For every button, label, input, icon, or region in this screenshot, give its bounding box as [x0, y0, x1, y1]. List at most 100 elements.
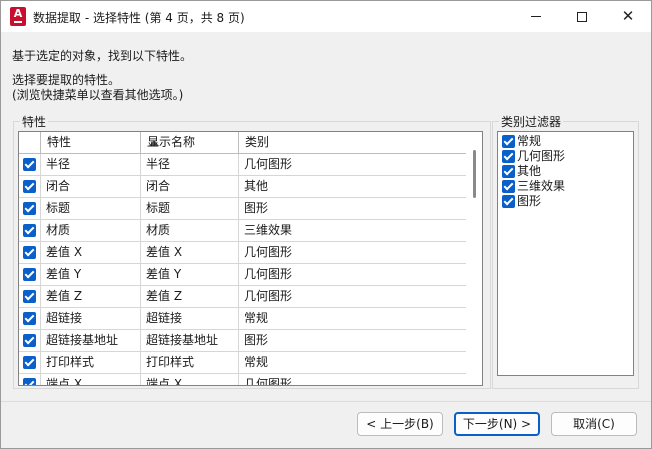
table-row[interactable]: 超链接 超链接 常规 [19, 308, 466, 330]
row-checkbox[interactable] [23, 224, 36, 237]
category-filter-item[interactable]: 三维效果 [498, 179, 633, 194]
grid-vertical-scrollbar[interactable] [466, 132, 482, 385]
cell-display-name[interactable]: 打印样式 [141, 352, 239, 373]
table-row[interactable]: 闭合 闭合 其他 [19, 176, 466, 198]
header-category[interactable]: 类别 [239, 132, 466, 154]
cell-category: 几何图形 [244, 377, 293, 386]
row-checkbox[interactable] [23, 378, 36, 385]
category-filter-label: 类别过滤器 [499, 113, 564, 130]
cell-display-name[interactable]: 闭合 [141, 176, 239, 197]
next-button[interactable]: 下一步(N) > [454, 412, 540, 436]
row-cell-checkbox [19, 330, 41, 351]
row-checkbox[interactable] [23, 312, 36, 325]
row-cell-checkbox [19, 374, 41, 385]
category-filter-item[interactable]: 常规 [498, 134, 633, 149]
close-button[interactable]: ✕ [605, 1, 651, 32]
header-checkbox-column[interactable] [19, 132, 41, 154]
maximize-icon [577, 11, 587, 22]
intro-found-text: 基于选定的对象，找到以下特性。 [12, 49, 193, 63]
category-label: 常规 [517, 134, 542, 148]
category-label: 其他 [517, 164, 542, 178]
cell-property: 超链接 [41, 308, 141, 329]
row-cell-checkbox [19, 154, 41, 175]
cell-category: 图形 [244, 201, 269, 215]
category-filter-item[interactable]: 几何图形 [498, 149, 633, 164]
category-label: 三维效果 [517, 179, 566, 193]
grid-header: 特性 显示名称 类别 [19, 132, 466, 154]
category-label: 图形 [517, 194, 542, 208]
cell-category: 几何图形 [244, 245, 293, 259]
category-filter-item[interactable]: 图形 [498, 194, 633, 209]
row-checkbox[interactable] [23, 180, 36, 193]
category-checkbox[interactable] [502, 180, 515, 193]
row-cell-checkbox [19, 264, 41, 285]
cell-category: 几何图形 [244, 267, 293, 281]
cell-property: 端点 X [41, 374, 141, 385]
table-row[interactable]: 差值 Y 差值 Y 几何图形 [19, 264, 466, 286]
cell-category: 图形 [244, 333, 269, 347]
table-row[interactable]: 差值 Z 差值 Z 几何图形 [19, 286, 466, 308]
minimize-button[interactable] [513, 1, 559, 32]
category-checkbox[interactable] [502, 165, 515, 178]
row-checkbox[interactable] [23, 334, 36, 347]
table-row[interactable]: 端点 X 端点 X 几何图形 [19, 374, 466, 386]
category-checkbox[interactable] [502, 135, 515, 148]
cell-display-name[interactable]: 差值 X [141, 242, 239, 263]
footer-divider [1, 401, 651, 402]
table-row[interactable]: 打印样式 打印样式 常规 [19, 352, 466, 374]
row-checkbox[interactable] [23, 158, 36, 171]
table-row[interactable]: 标题 标题 图形 [19, 198, 466, 220]
row-cell-checkbox [19, 352, 41, 373]
autocad-app-icon: A [10, 7, 26, 26]
row-cell-checkbox [19, 176, 41, 197]
cell-category: 其他 [244, 179, 269, 193]
properties-grid[interactable]: 特性 显示名称 类别 半径 半径 几何图形 闭合 闭合 其他 标题 标题 图形 材质 材质 三维效果差… [18, 131, 483, 386]
cancel-button[interactable]: 取消(C) [551, 412, 637, 436]
dialog-window: A 数据提取 - 选择特性 (第 4 页，共 8 页) ✕ 基于选定的对象，找到… [0, 0, 652, 449]
properties-group-label: 特性 [20, 113, 49, 130]
cell-property: 标题 [41, 198, 141, 219]
intro-hint-text: (浏览快捷菜单以查看其他选项。) [12, 88, 184, 102]
cell-property: 半径 [41, 154, 141, 175]
category-filter-item[interactable]: 其他 [498, 164, 633, 179]
category-label: 几何图形 [517, 149, 566, 163]
back-button[interactable]: < 上一步(B) [357, 412, 443, 436]
cell-display-name[interactable]: 差值 Y [141, 264, 239, 285]
table-row[interactable]: 超链接基地址 超链接基地址 图形 [19, 330, 466, 352]
cell-category: 几何图形 [244, 289, 293, 303]
window-title: 数据提取 - 选择特性 (第 4 页，共 8 页) [33, 11, 245, 25]
table-row[interactable]: 差值 X 差值 X 几何图形 [19, 242, 466, 264]
cell-property: 打印样式 [41, 352, 141, 373]
maximize-button[interactable] [559, 1, 605, 32]
table-row[interactable]: 材质 材质 三维效果 [19, 220, 466, 242]
row-checkbox[interactable] [23, 290, 36, 303]
cell-display-name[interactable]: 标题 [141, 198, 239, 219]
cell-property: 差值 X [41, 242, 141, 263]
cell-display-name[interactable]: 差值 Z [141, 286, 239, 307]
cell-property: 差值 Z [41, 286, 141, 307]
row-checkbox[interactable] [23, 202, 36, 215]
cell-display-name[interactable]: 超链接基地址 [141, 330, 239, 351]
table-row[interactable]: 半径 半径 几何图形 [19, 154, 466, 176]
row-checkbox[interactable] [23, 246, 36, 259]
cell-display-name[interactable]: 超链接 [141, 308, 239, 329]
cell-property: 超链接基地址 [41, 330, 141, 351]
cell-display-name[interactable]: 半径 [141, 154, 239, 175]
cell-property: 材质 [41, 220, 141, 241]
category-checkbox[interactable] [502, 195, 515, 208]
cell-property: 差值 Y [41, 264, 141, 285]
scrollbar-thumb[interactable] [473, 150, 476, 198]
cell-display-name[interactable]: 材质 [141, 220, 239, 241]
row-checkbox[interactable] [23, 356, 36, 369]
header-property[interactable]: 特性 [41, 132, 159, 154]
row-cell-checkbox [19, 198, 41, 219]
row-cell-checkbox [19, 242, 41, 263]
cell-category: 常规 [244, 355, 269, 369]
category-checkbox[interactable] [502, 150, 515, 163]
minimize-icon [531, 16, 541, 17]
row-checkbox[interactable] [23, 268, 36, 281]
cell-display-name[interactable]: 端点 X [141, 374, 239, 385]
category-filter-list[interactable]: 常规 几何图形 其他 三维效果 图形 [497, 131, 634, 376]
header-display-name[interactable]: 显示名称 [141, 132, 239, 154]
cell-category: 三维效果 [244, 223, 293, 237]
